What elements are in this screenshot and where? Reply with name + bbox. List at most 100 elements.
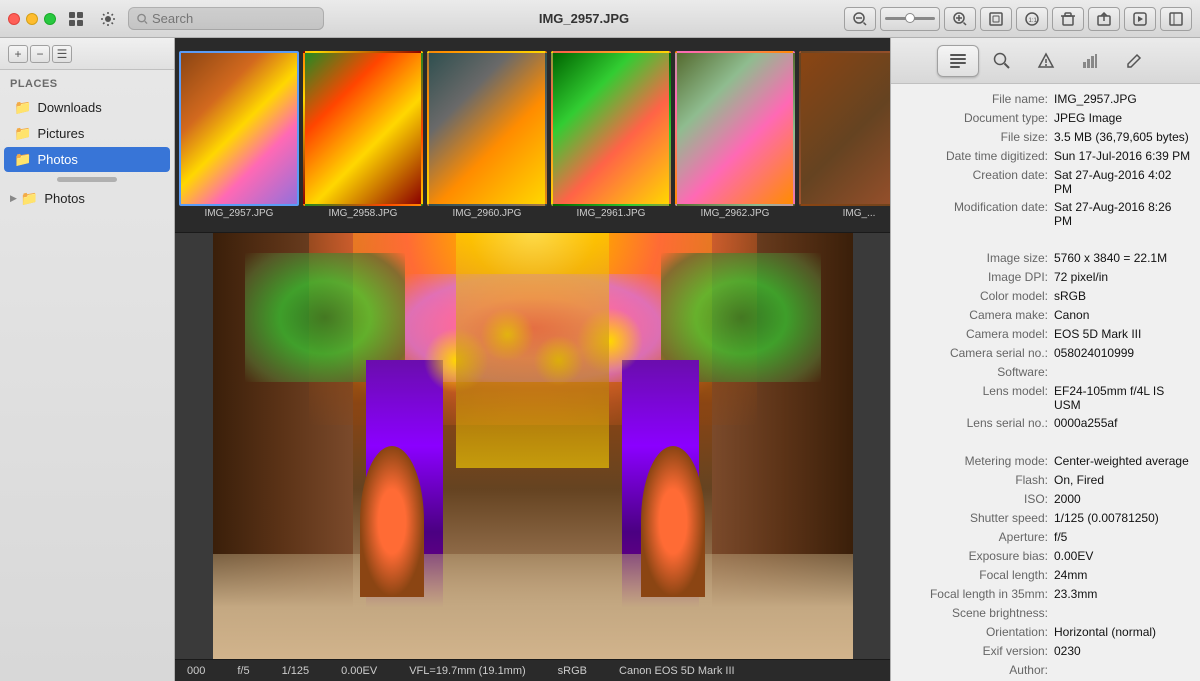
thumbnail-strip: IMG_2957.JPG IMG_2958.JPG IMG_2960.JPG I… [175,38,890,233]
info-value-21: f/5 [1054,530,1192,545]
info-value-18: On, Fired [1054,473,1192,488]
thumbnail-2[interactable]: IMG_2960.JPG [427,51,547,219]
folder-photos-icon: 📁 [14,151,31,168]
sidebar-toggle-button[interactable] [1160,7,1192,31]
window-title: IMG_2957.JPG [332,11,836,26]
info-label-3: Date time digitized: [899,149,1054,164]
search-bar[interactable] [128,7,324,30]
info-value-15: 0000a255af [1054,416,1192,431]
info-value-1: JPEG Image [1054,111,1192,126]
histogram-button[interactable] [1069,45,1111,77]
thumbnail-4[interactable]: IMG_2962.JPG [675,51,795,219]
info-view-button[interactable] [937,45,979,77]
info-label-8: Image DPI: [899,270,1054,285]
info-value-0: IMG_2957.JPG [1054,92,1192,107]
info-row-0: File name:IMG_2957.JPG [891,90,1200,109]
info-row-3: Date time digitized:Sun 17-Jul-2016 6:39… [891,147,1200,166]
edit-button[interactable] [1113,45,1155,77]
remove-place-button[interactable]: − [30,45,50,63]
main-image [213,233,853,659]
info-row-8: Image DPI:72 pixel/in [891,268,1200,287]
adjust-view-button[interactable] [1025,45,1067,77]
info-label-16 [899,435,1054,450]
info-label-19: ISO: [899,492,1054,507]
info-row-9: Color model:sRGB [891,287,1200,306]
trash-button[interactable] [1052,7,1084,31]
thumbnail-3[interactable]: IMG_2961.JPG [551,51,671,219]
minimize-button[interactable] [26,13,38,25]
info-row-10: Camera make:Canon [891,306,1200,325]
info-label-1: Document type: [899,111,1054,126]
info-value-22: 0.00EV [1054,549,1192,564]
info-value-13 [1054,365,1192,380]
center-panel: IMG_2957.JPG IMG_2958.JPG IMG_2960.JPG I… [175,38,890,681]
info-row-28: Author: [891,661,1200,680]
zoom-out-button[interactable] [844,7,876,31]
info-row-4: Creation date:Sat 27-Aug-2016 4:02 PM [891,166,1200,198]
thumbnail-label-5: IMG_... [843,208,876,219]
list-options-button[interactable]: ☰ [52,45,72,63]
info-label-9: Color model: [899,289,1054,304]
sidebar-item-group-photos[interactable]: ▶ 📁 Photos [0,186,174,211]
search-view-button[interactable] [981,45,1023,77]
fit-button[interactable] [980,7,1012,31]
info-label-18: Flash: [899,473,1054,488]
play-button[interactable] [1124,7,1156,31]
info-label-6 [899,232,1054,247]
info-label-13: Software: [899,365,1054,380]
info-value-11: EOS 5D Mark III [1054,327,1192,342]
search-icon [137,13,148,25]
info-value-2: 3.5 MB (36,79,605 bytes) [1054,130,1192,145]
close-button[interactable] [8,13,20,25]
actual-size-button[interactable]: 1:1 [1016,7,1048,31]
status-aperture: 000 [187,665,205,677]
info-row-7: Image size:5760 x 3840 = 22.1M [891,249,1200,268]
thumbnail-0[interactable]: IMG_2957.JPG [179,51,299,219]
search-input[interactable] [152,11,315,26]
zoom-slider[interactable] [880,7,940,31]
sidebar-item-pictures[interactable]: 📁 Pictures [4,121,170,146]
add-place-button[interactable]: + [8,45,28,63]
info-value-4: Sat 27-Aug-2016 4:02 PM [1054,168,1192,196]
info-value-27: 0230 [1054,644,1192,659]
sidebar-item-photos[interactable]: 📁 Photos [4,147,170,172]
info-label-2: File size: [899,130,1054,145]
info-value-25 [1054,606,1192,621]
status-ev: 0.00EV [341,665,377,677]
info-label-15: Lens serial no.: [899,416,1054,431]
sidebar-item-downloads[interactable]: 📁 Downloads [4,95,170,120]
info-row-25: Scene brightness: [891,604,1200,623]
thumbnail-label-4: IMG_2962.JPG [701,208,770,219]
share-button[interactable] [1088,7,1120,31]
info-row-22: Exposure bias:0.00EV [891,547,1200,566]
titlebar-actions: 1:1 [844,7,1192,31]
zoom-in-button[interactable] [944,7,976,31]
titlebar: IMG_2957.JPG 1:1 [0,0,1200,38]
sidebar-section-places: Places [0,70,174,94]
info-value-23: 24mm [1054,568,1192,583]
svg-text:1:1: 1:1 [1029,18,1038,24]
info-value-6 [1054,232,1192,247]
status-bar: 000 f/5 1/125 0.00EV VFL=19.7mm (19.1mm)… [175,659,890,681]
info-label-27: Exif version: [899,644,1054,659]
thumbnail-5[interactable]: IMG_... [799,51,890,219]
settings-icon[interactable] [96,7,120,31]
maximize-button[interactable] [44,13,56,25]
info-label-5: Modification date: [899,200,1054,228]
status-color: sRGB [558,665,587,677]
info-label-7: Image size: [899,251,1054,266]
info-label-4: Creation date: [899,168,1054,196]
status-vfl: VFL=19.7mm (19.1mm) [409,665,525,677]
folder-group-icon: 📁 [21,190,38,207]
thumbnail-label-0: IMG_2957.JPG [205,208,274,219]
info-label-17: Metering mode: [899,454,1054,469]
folder-downloads-icon: 📁 [14,99,31,116]
status-camera: Canon EOS 5D Mark III [619,665,735,677]
info-label-20: Shutter speed: [899,511,1054,526]
info-row-23: Focal length:24mm [891,566,1200,585]
grid-icon[interactable] [64,7,88,31]
info-value-5: Sat 27-Aug-2016 8:26 PM [1054,200,1192,228]
info-value-14: EF24-105mm f/4L IS USM [1054,384,1192,412]
thumbnail-1[interactable]: IMG_2958.JPG [303,51,423,219]
info-value-8: 72 pixel/in [1054,270,1192,285]
